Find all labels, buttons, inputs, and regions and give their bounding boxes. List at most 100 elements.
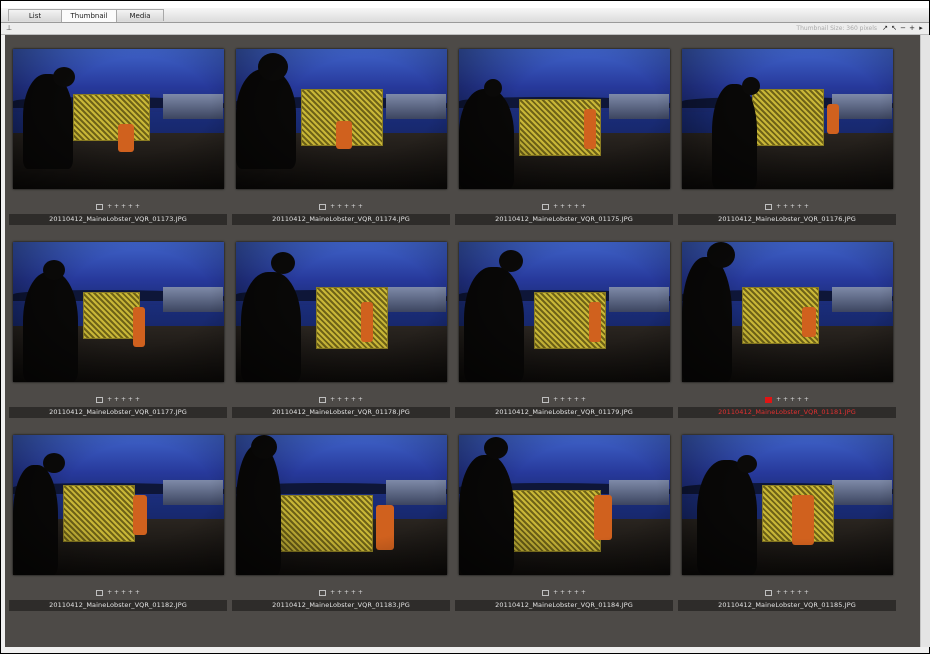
shrink-icon[interactable]: ↖ [890,23,898,33]
thumbnail-filename: 20110412_MaineLobster_VQR_01183.JPG [232,600,450,611]
thumbnail-cell[interactable]: + + + + + 20110412_MaineLobster_VQR_0117… [232,49,450,232]
rating-stars[interactable]: + + + + + [776,589,809,596]
thumbnail-cell[interactable]: + + + + + 20110412_MaineLobster_VQR_0117… [9,49,227,232]
rating-stars[interactable]: + + + + + [330,203,363,210]
rating-stars[interactable]: + + + + + [553,589,586,596]
rating-stars[interactable]: + + + + + [553,203,586,210]
tab-media[interactable]: Media [116,9,164,21]
thumbnail-filename: 20110412_MaineLobster_VQR_01174.JPG [232,214,450,225]
thumbnail-browser-window: List Thumbnail Media ⊥ Thumbnail Size: 3… [0,0,930,654]
rating-stars[interactable]: + + + + + [107,396,140,403]
thumbnail-image[interactable] [459,435,670,575]
rating-marks: + + + + + [232,396,450,404]
photo-vignette [459,435,670,575]
flag-checkbox-icon[interactable] [765,203,773,210]
photo-vignette [459,49,670,189]
thumbnail-size-label: Thumbnail Size: 360 pixels [796,25,877,32]
thumbnail-image[interactable] [13,49,224,189]
rating-marks: + + + + + [9,396,227,404]
rating-stars[interactable]: + + + + + [107,589,140,596]
photo-vignette [682,49,893,189]
rating-stars[interactable]: + + + + + [107,203,140,210]
selected-flag-icon[interactable] [765,396,773,403]
rating-stars[interactable]: + + + + + [330,396,363,403]
rating-stars[interactable]: + + + + + [776,396,809,403]
photo-vignette [13,435,224,575]
rating-marks: + + + + + [455,589,673,597]
thumbnail-image[interactable] [459,242,670,382]
flag-checkbox-icon[interactable] [542,396,550,403]
zoom-out-icon[interactable]: − [899,23,907,33]
vertical-scrollbar[interactable] [920,35,930,647]
thumbnail-filename: 20110412_MaineLobster_VQR_01184.JPG [455,600,673,611]
flag-checkbox-icon[interactable] [96,396,104,403]
rating-stars[interactable]: + + + + + [776,203,809,210]
thumbnail-image[interactable] [236,242,447,382]
thumbnail-cell[interactable]: + + + + + 20110412_MaineLobster_VQR_0118… [455,435,673,618]
thumbnail-cell[interactable]: + + + + + 20110412_MaineLobster_VQR_0118… [232,435,450,618]
photo-vignette [236,435,447,575]
rating-marks: + + + + + [232,589,450,597]
rating-marks: + + + + + [9,203,227,211]
photo-vignette [459,242,670,382]
flag-checkbox-icon[interactable] [96,203,104,210]
rating-stars[interactable]: + + + + + [330,589,363,596]
thumbnail-grid: + + + + + 20110412_MaineLobster_VQR_0117… [5,35,920,647]
photo-vignette [682,242,893,382]
rating-stars[interactable]: + + + + + [553,396,586,403]
thumbnail-image[interactable] [13,435,224,575]
menu-arrow-icon[interactable]: ▸ [917,23,925,33]
tab-list[interactable]: List [8,9,62,21]
thumbnail-filename: 20110412_MaineLobster_VQR_01178.JPG [232,407,450,418]
thumbnail-image[interactable] [236,435,447,575]
thumbnail-cell[interactable]: + + + + + 20110412_MaineLobster_VQR_0117… [232,242,450,425]
thumbnail-image[interactable] [682,435,893,575]
thumbnail-image[interactable] [236,49,447,189]
thumbnail-cell[interactable]: + + + + + 20110412_MaineLobster_VQR_0118… [9,435,227,618]
photo-vignette [13,49,224,189]
rating-marks: + + + + + [678,396,896,404]
thumbnail-filename: 20110412_MaineLobster_VQR_01185.JPG [678,600,896,611]
tab-thumbnail[interactable]: Thumbnail [61,9,117,22]
zoom-in-icon[interactable]: + [908,23,916,33]
thumbnail-image[interactable] [13,242,224,382]
thumbnail-cell[interactable]: + + + + + 20110412_MaineLobster_VQR_0117… [455,49,673,232]
thumbnail-cell[interactable]: + + + + + 20110412_MaineLobster_VQR_0118… [678,242,896,425]
flag-checkbox-icon[interactable] [319,396,327,403]
window-top-strip [1,1,929,8]
thumbnail-image[interactable] [682,49,893,189]
flag-checkbox-icon[interactable] [542,589,550,596]
thumbnail-cell[interactable]: + + + + + 20110412_MaineLobster_VQR_0117… [455,242,673,425]
rating-marks: + + + + + [455,396,673,404]
thumbnail-toolbar: ⊥ Thumbnail Size: 360 pixels ↗ ↖ − + ▸ [1,23,929,35]
thumbnail-image[interactable] [682,242,893,382]
thumbnail-cell[interactable]: + + + + + 20110412_MaineLobster_VQR_0118… [678,435,896,618]
rating-marks: + + + + + [678,589,896,597]
expand-icon[interactable]: ↗ [881,23,889,33]
photo-vignette [236,49,447,189]
flag-checkbox-icon[interactable] [542,203,550,210]
flag-checkbox-icon[interactable] [96,589,104,596]
thumbnail-filename: 20110412_MaineLobster_VQR_01175.JPG [455,214,673,225]
thumbnail-filename: 20110412_MaineLobster_VQR_01179.JPG [455,407,673,418]
thumbnail-filename: 20110412_MaineLobster_VQR_01177.JPG [9,407,227,418]
rating-marks: + + + + + [455,203,673,211]
photo-vignette [236,242,447,382]
thumbnail-filename: 20110412_MaineLobster_VQR_01176.JPG [678,214,896,225]
rating-marks: + + + + + [9,589,227,597]
thumbnail-image[interactable] [459,49,670,189]
thumbnail-cell[interactable]: + + + + + 20110412_MaineLobster_VQR_0117… [9,242,227,425]
flag-checkbox-icon[interactable] [319,203,327,210]
thumbnail-filename: 20110412_MaineLobster_VQR_01182.JPG [9,600,227,611]
pin-icon[interactable]: ⊥ [6,24,12,33]
photo-vignette [13,242,224,382]
thumbnail-filename: 20110412_MaineLobster_VQR_01181.JPG [678,407,896,418]
rating-marks: + + + + + [678,203,896,211]
thumbnail-filename: 20110412_MaineLobster_VQR_01173.JPG [9,214,227,225]
rating-marks: + + + + + [232,203,450,211]
flag-checkbox-icon[interactable] [319,589,327,596]
view-tab-bar: List Thumbnail Media [1,8,929,23]
flag-checkbox-icon[interactable] [765,589,773,596]
photo-vignette [682,435,893,575]
thumbnail-cell[interactable]: + + + + + 20110412_MaineLobster_VQR_0117… [678,49,896,232]
